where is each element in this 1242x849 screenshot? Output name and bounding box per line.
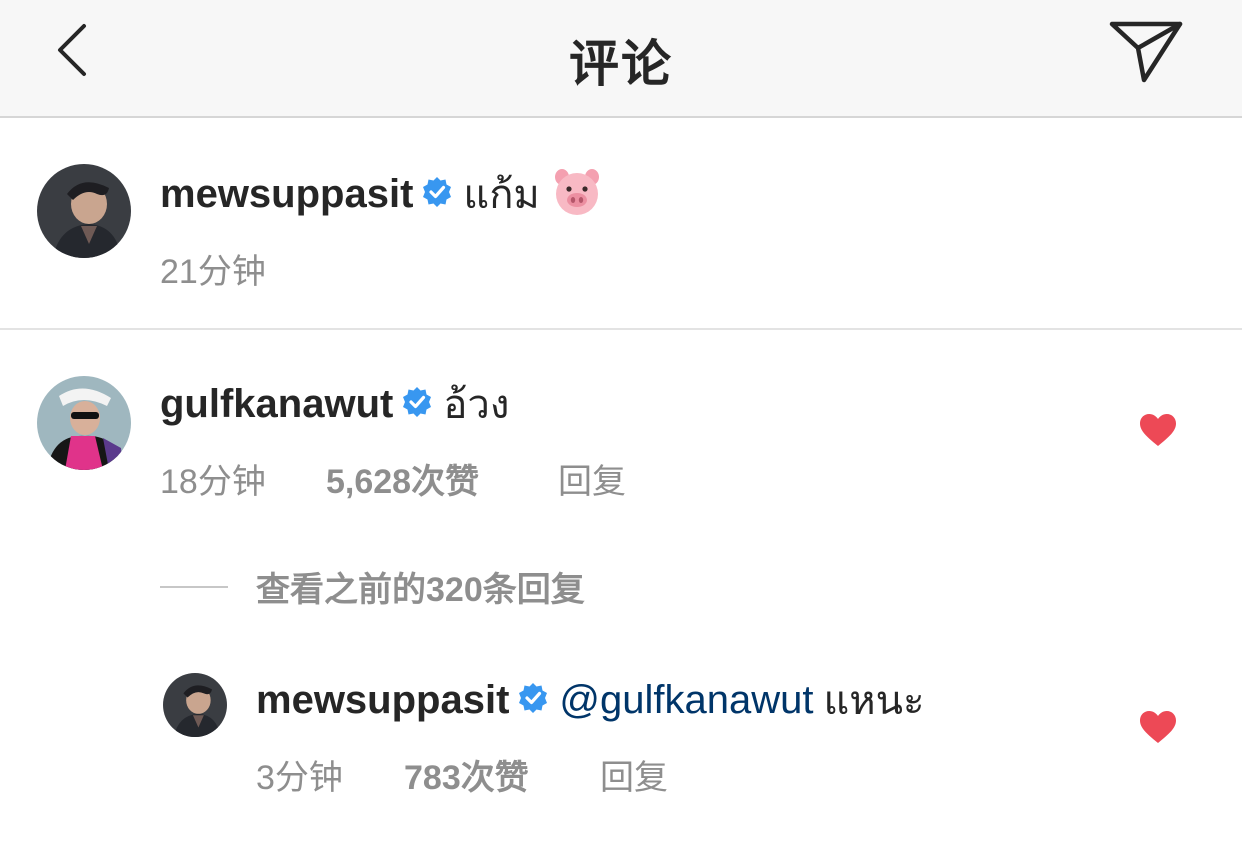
reply-username[interactable]: mewsuppasit — [256, 678, 509, 723]
paper-plane-icon — [1109, 21, 1183, 83]
caption-text: แก้ม — [463, 173, 540, 217]
caption-meta: 21分钟 — [160, 244, 266, 293]
comment-text: อ้วง — [443, 383, 510, 427]
comment-reply-button[interactable]: 回复 — [558, 454, 626, 503]
comment-like-count[interactable]: 5,628次赞 — [326, 454, 558, 503]
comment-like-button[interactable] — [1139, 413, 1177, 452]
header-bar: 评论 — [0, 0, 1242, 118]
reply-line: mewsuppasit @gulfkanawut แหนะ — [256, 674, 924, 726]
comment-line: gulfkanawut อ้วง — [160, 378, 509, 430]
reply-like-count[interactable]: 783次赞 — [404, 750, 600, 799]
reply-reply-button[interactable]: 回复 — [600, 750, 668, 799]
heart-icon — [1140, 711, 1176, 743]
comment-timestamp: 18分钟 — [160, 463, 266, 501]
heart-icon — [1140, 414, 1176, 446]
reply-like-button[interactable] — [1139, 710, 1177, 749]
avatar[interactable] — [37, 376, 131, 470]
caption-timestamp: 21分钟 — [160, 253, 266, 291]
verified-badge-icon — [517, 682, 549, 719]
view-previous-label: 查看之前的320条回复 — [256, 571, 585, 609]
pig-face-icon — [552, 167, 602, 222]
caption-line: mewsuppasit แก้ม — [160, 168, 602, 220]
comment-username[interactable]: gulfkanawut — [160, 382, 393, 427]
comment-meta: 18分钟 5,628次赞 回复 — [160, 454, 626, 503]
avatar[interactable] — [163, 673, 227, 737]
divider — [0, 328, 1242, 330]
view-previous-replies[interactable]: 查看之前的320条回复 — [160, 562, 585, 611]
reply-mention-link[interactable]: @gulfkanawut — [559, 678, 813, 723]
reply-timestamp: 3分钟 — [256, 759, 343, 797]
page-title: 评论 — [569, 36, 673, 92]
verified-badge-icon — [401, 386, 433, 423]
reply-meta: 3分钟 783次赞 回复 — [256, 750, 668, 799]
reply-text: แหนะ — [823, 679, 925, 723]
verified-badge-icon — [421, 176, 453, 213]
avatar[interactable] — [37, 164, 131, 258]
thread-dash — [160, 585, 228, 588]
caption-username[interactable]: mewsuppasit — [160, 172, 413, 217]
share-button[interactable] — [1108, 18, 1184, 84]
